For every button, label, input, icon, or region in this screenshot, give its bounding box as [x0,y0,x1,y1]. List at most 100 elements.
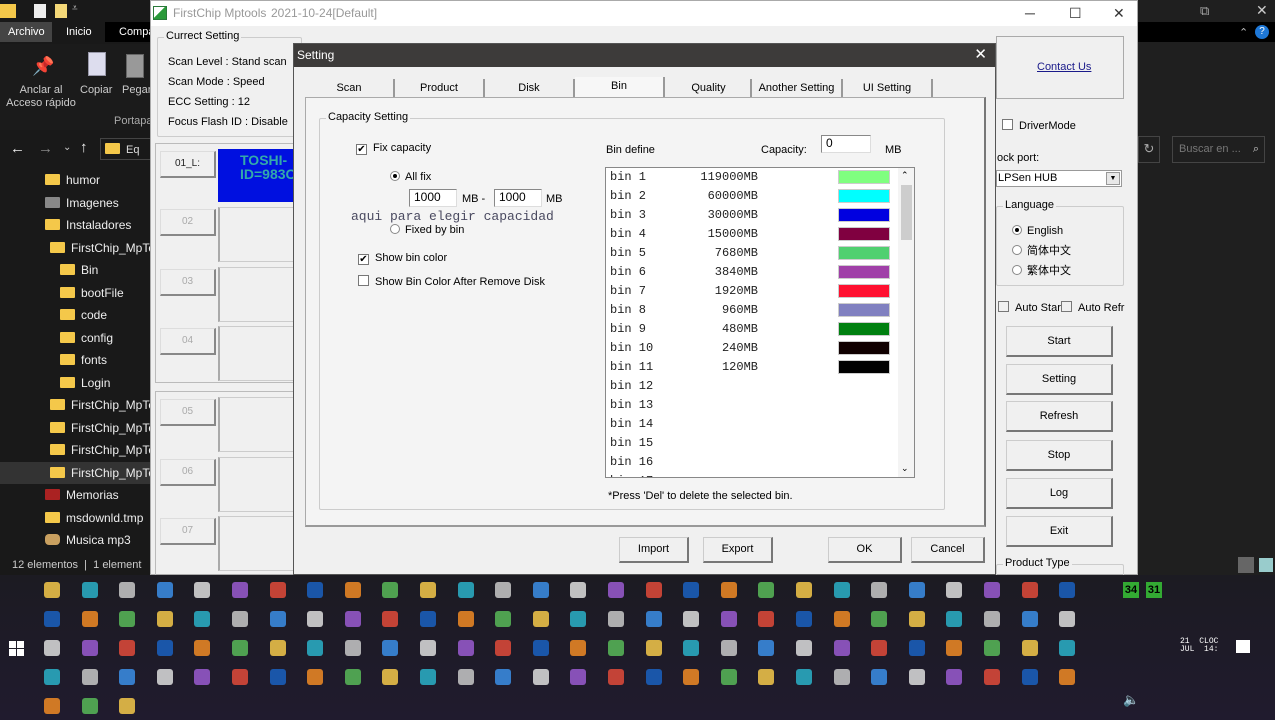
taskbar-app-icon[interactable] [570,669,586,685]
tab-quality[interactable]: Quality [667,79,752,97]
taskbar-app-icon[interactable] [307,611,323,627]
bin-row[interactable]: bin 15 [606,434,896,453]
taskbar-app-icon[interactable] [382,611,398,627]
up-icon[interactable]: ↑ [80,139,88,156]
tree-item[interactable]: FirstChip_MpTo [0,417,150,439]
max-capacity-input[interactable]: 1000 [494,189,542,207]
tree-item[interactable]: config [0,327,150,349]
import-button[interactable]: Import [619,537,689,563]
taskbar-app-icon[interactable] [834,611,850,627]
taskbar-app-icon[interactable] [82,611,98,627]
taskbar-app-icon[interactable] [82,669,98,685]
tab-disk[interactable]: Disk [485,79,575,97]
new-folder-icon[interactable] [55,4,67,18]
close-icon[interactable]: ✕ [1256,2,1268,19]
ribbon-tab-inicio[interactable]: Inicio [66,22,92,42]
taskbar-app-icon[interactable] [909,669,925,685]
taskbar-app-icon[interactable] [382,640,398,656]
taskbar-app-icon[interactable] [345,669,361,685]
taskbar-app-icon[interactable] [946,611,962,627]
taskbar-app-icon[interactable] [1059,611,1075,627]
contact-us-link[interactable]: Contact Us [1037,61,1091,73]
bin-row[interactable]: bin 16 [606,453,896,472]
taskbar-app-icon[interactable] [194,640,210,656]
bin-color-swatch[interactable] [838,227,890,241]
scrollbar[interactable]: ⌃ ⌄ [898,168,914,477]
taskbar-app-icon[interactable] [307,582,323,598]
bin-color-swatch[interactable] [838,303,890,317]
taskbar-app-icon[interactable] [871,611,887,627]
taskbar-app-icon[interactable] [82,698,98,714]
taskbar-app-icon[interactable] [796,611,812,627]
taskbar-app-icon[interactable] [758,640,774,656]
tree-item[interactable]: FirstChip_MpTo [0,237,150,259]
port-slot-button[interactable]: 01_L: [160,151,216,178]
tab-bin[interactable]: Bin [575,77,665,97]
taskbar-app-icon[interactable] [946,582,962,598]
taskbar-app-icon[interactable] [721,611,737,627]
bin-row[interactable]: bin 12 [606,377,896,396]
all-fix-radio[interactable]: All fix [390,171,431,183]
taskbar-app-icon[interactable] [1059,582,1075,598]
taskbar-app-icon[interactable] [984,611,1000,627]
tree-item[interactable]: code [0,304,150,326]
taskbar-app-icon[interactable] [758,611,774,627]
taskbar-app-icon[interactable] [608,669,624,685]
port-slot-button[interactable]: 07 [160,518,216,545]
ok-button[interactable]: OK [828,537,902,563]
taskbar-app-icon[interactable] [909,582,925,598]
taskbar-app-icon[interactable] [608,611,624,627]
taskbar-app-icon[interactable] [721,669,737,685]
taskbar-app-icon[interactable] [44,698,60,714]
taskbar-app-icon[interactable] [82,640,98,656]
taskbar-app-icon[interactable] [946,640,962,656]
taskbar-app-icon[interactable] [871,582,887,598]
taskbar-app-icon[interactable] [232,640,248,656]
bin-row[interactable]: bin 3 30000MB [606,206,896,225]
taskbar-app-icon[interactable] [420,669,436,685]
taskbar-app-icon[interactable] [157,640,173,656]
tree-item[interactable]: Bin [0,259,150,281]
taskbar-app-icon[interactable] [382,582,398,598]
taskbar-app-icon[interactable] [646,611,662,627]
taskbar-app-icon[interactable] [495,611,511,627]
taskbar-app-icon[interactable] [420,640,436,656]
bin-row[interactable]: bin 13 [606,396,896,415]
taskbar-app-icon[interactable] [1022,582,1038,598]
tree-item[interactable]: Instaladores [0,214,150,236]
taskbar-app-icon[interactable] [270,640,286,656]
language-simplified-chinese-radio[interactable]: 简体中文 [1012,241,1071,261]
taskbar-app-icon[interactable] [570,640,586,656]
close-icon[interactable]: ✕ [1113,1,1125,25]
taskbar-app-icon[interactable] [683,582,699,598]
large-icons-view-icon[interactable] [1259,558,1273,572]
taskbar-app-icon[interactable] [1022,640,1038,656]
tray-badge[interactable]: 34 [1123,582,1139,598]
cancel-button[interactable]: Cancel [911,537,985,563]
tab-another-setting[interactable]: Another Setting [752,79,843,97]
taskbar-app-icon[interactable] [608,582,624,598]
taskbar-app-icon[interactable] [458,640,474,656]
chevron-down-icon[interactable]: ▼ [1106,172,1120,185]
collapse-ribbon-icon[interactable]: ⌃ [1239,26,1248,39]
forward-icon[interactable]: → [38,140,53,157]
taskbar-app-icon[interactable] [570,582,586,598]
taskbar-app-icon[interactable] [608,640,624,656]
taskbar-app-icon[interactable] [984,640,1000,656]
tree-item[interactable]: FirstChip_MpTo [0,439,150,461]
help-icon[interactable]: ? [1255,25,1269,39]
taskbar-app-icon[interactable] [307,640,323,656]
taskbar-app-icon[interactable] [157,669,173,685]
taskbar-app-icon[interactable] [270,669,286,685]
taskbar-app-icon[interactable] [307,669,323,685]
copy-button[interactable]: Copiar [80,84,112,96]
tree-item[interactable]: humor [0,169,150,191]
taskbar-app-icon[interactable] [232,611,248,627]
bin-color-swatch[interactable] [838,341,890,355]
scroll-down-icon[interactable]: ⌄ [901,463,909,474]
bin-row[interactable]: bin 1 119000MB [606,168,896,187]
taskbar-app-icon[interactable] [721,582,737,598]
search-box[interactable]: Buscar en ... ⌕ [1172,136,1265,163]
tree-item[interactable]: msdownld.tmp [0,507,150,529]
taskbar-app-icon[interactable] [458,582,474,598]
